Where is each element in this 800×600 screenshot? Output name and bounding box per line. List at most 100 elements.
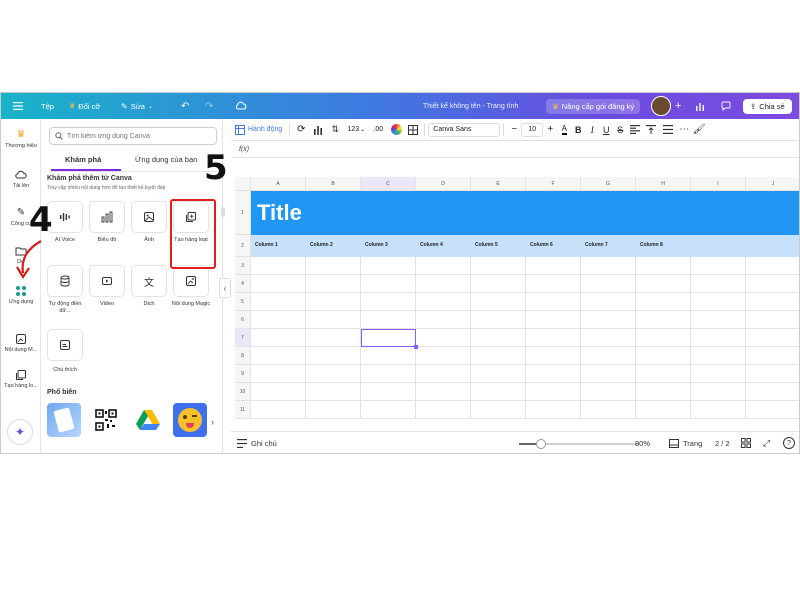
column-name-cell[interactable]: Column 5 xyxy=(475,242,498,248)
grid-cell[interactable] xyxy=(746,275,799,293)
rail-item-bulk-create[interactable]: Tạo hàng lo... xyxy=(1,369,41,389)
column-header[interactable]: D xyxy=(416,177,471,191)
spacing-icon[interactable] xyxy=(659,119,677,141)
grid-cell[interactable] xyxy=(306,383,361,401)
grid-cell[interactable] xyxy=(416,383,471,401)
grid-cell[interactable] xyxy=(581,293,636,311)
grid-cell[interactable] xyxy=(251,401,306,419)
select-all-corner[interactable] xyxy=(235,177,251,191)
grid-cell[interactable] xyxy=(691,347,746,365)
row-header[interactable]: 3 xyxy=(235,257,251,275)
bold-icon[interactable]: B xyxy=(571,119,585,141)
grid-cell[interactable] xyxy=(251,347,306,365)
grid-cell[interactable] xyxy=(746,347,799,365)
grid-cell[interactable] xyxy=(526,347,581,365)
grid-cell[interactable] xyxy=(306,365,361,383)
row-header[interactable]: 2 xyxy=(235,235,251,257)
grid-cell[interactable] xyxy=(361,347,416,365)
grid-cell[interactable] xyxy=(361,293,416,311)
grid-cell[interactable] xyxy=(251,275,306,293)
grid-cell[interactable] xyxy=(746,401,799,419)
grid-cell[interactable] xyxy=(691,275,746,293)
column-names-row[interactable] xyxy=(251,235,799,257)
app-chart[interactable] xyxy=(89,201,125,233)
grid-cell[interactable] xyxy=(361,365,416,383)
grid-view-icon[interactable] xyxy=(741,437,751,450)
fill-handle[interactable] xyxy=(414,345,418,349)
zoom-slider-knob[interactable] xyxy=(535,439,546,449)
undo-icon[interactable]: ↶ xyxy=(181,101,189,112)
search-field[interactable] xyxy=(49,127,217,145)
align-left-icon[interactable] xyxy=(627,119,643,141)
tab-discover[interactable]: Khám phá xyxy=(65,155,101,164)
spreadsheet-grid[interactable]: A B C D E F G H I J 1 2 3 4 5 6 7 8 9 10 11 Title Column 1 Colu… xyxy=(235,177,799,429)
grid-cell[interactable] xyxy=(361,401,416,419)
grid-cell[interactable] xyxy=(746,329,799,347)
decimal-format-button[interactable]: .00 xyxy=(369,119,387,141)
column-name-cell[interactable]: Column 1 xyxy=(255,242,278,248)
column-header[interactable]: E xyxy=(471,177,526,191)
grid-cell[interactable] xyxy=(306,293,361,311)
refresh-icon[interactable]: ⟳ xyxy=(293,119,309,141)
column-name-cell[interactable]: Column 7 xyxy=(585,242,608,248)
collapse-panel-button[interactable]: ‹ xyxy=(219,278,231,298)
grid-cell[interactable] xyxy=(581,347,636,365)
number-format-dropdown[interactable]: 123 ⌄ xyxy=(343,119,369,141)
text-color-icon[interactable]: A xyxy=(557,119,571,141)
grid-cell[interactable] xyxy=(746,257,799,275)
grid-cell[interactable] xyxy=(581,257,636,275)
strikethrough-icon[interactable]: S xyxy=(613,119,627,141)
grid-cell[interactable] xyxy=(691,383,746,401)
font-family-dropdown[interactable]: Canva Sans xyxy=(428,122,501,137)
column-header[interactable]: F xyxy=(526,177,581,191)
grid-cell[interactable] xyxy=(471,383,526,401)
formula-bar[interactable]: f(x) xyxy=(231,142,799,158)
underline-icon[interactable]: U xyxy=(599,119,613,141)
grid-cell[interactable] xyxy=(746,311,799,329)
row-header[interactable]: 7 xyxy=(235,329,251,347)
grid-cell[interactable] xyxy=(691,311,746,329)
column-header[interactable]: B xyxy=(306,177,361,191)
column-header[interactable]: H xyxy=(636,177,691,191)
grid-cell[interactable] xyxy=(526,311,581,329)
grid-cell[interactable] xyxy=(416,365,471,383)
grid-cell[interactable] xyxy=(636,275,691,293)
grid-cell[interactable] xyxy=(691,365,746,383)
grid-cell[interactable] xyxy=(361,311,416,329)
edit-button[interactable]: ✎ Sửa ⌄ xyxy=(121,102,153,111)
grid-cell[interactable] xyxy=(361,275,416,293)
grid-cell[interactable] xyxy=(416,275,471,293)
grid-cell[interactable] xyxy=(581,311,636,329)
grid-cell[interactable] xyxy=(636,347,691,365)
app-image[interactable] xyxy=(131,201,167,233)
font-size-input[interactable]: 10 xyxy=(521,122,544,137)
grid-cell[interactable] xyxy=(526,275,581,293)
grid-cell[interactable] xyxy=(636,401,691,419)
grid-cell[interactable] xyxy=(691,257,746,275)
column-name-cell[interactable]: Column 8 xyxy=(640,242,663,248)
app-autofill[interactable] xyxy=(47,265,83,297)
notes-button[interactable]: Ghi chú xyxy=(237,439,277,448)
grid-cell[interactable] xyxy=(251,329,306,347)
column-name-cell[interactable]: Column 4 xyxy=(420,242,443,248)
grid-cell[interactable] xyxy=(471,401,526,419)
grid-cell[interactable] xyxy=(251,311,306,329)
grid-cell[interactable] xyxy=(251,293,306,311)
format-painter-icon[interactable]: 🖌 xyxy=(691,119,707,141)
chevron-right-icon[interactable]: › xyxy=(211,417,214,427)
grid-cell[interactable] xyxy=(306,311,361,329)
add-icon[interactable]: + xyxy=(675,100,681,112)
row-header[interactable]: 11 xyxy=(235,401,251,419)
hamburger-icon[interactable] xyxy=(13,102,23,110)
grid-cell[interactable] xyxy=(306,275,361,293)
decrease-font-button[interactable]: − xyxy=(507,119,521,141)
grid-cell[interactable] xyxy=(251,257,306,275)
popular-app-1[interactable] xyxy=(47,403,81,437)
row-header[interactable]: 1 xyxy=(235,191,251,235)
share-button[interactable]: ⇪ Chia sẻ xyxy=(743,98,792,114)
grid-cell[interactable] xyxy=(471,347,526,365)
app-video[interactable] xyxy=(89,265,125,297)
vertical-align-icon[interactable] xyxy=(643,119,659,141)
grid-cell[interactable] xyxy=(416,293,471,311)
panel-scrollbar[interactable] xyxy=(221,207,225,217)
